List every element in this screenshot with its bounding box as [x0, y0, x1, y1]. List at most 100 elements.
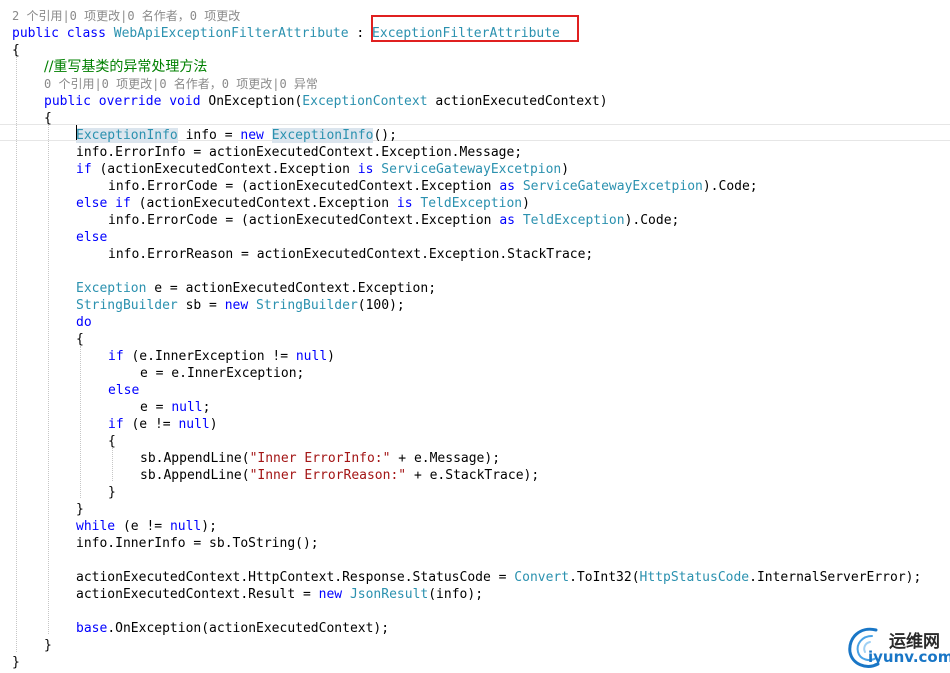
code-token: HttpStatusCode [639, 570, 750, 585]
site-watermark: 运维网 iyunv.com [846, 624, 950, 670]
indent-guide [80, 346, 81, 498]
code-token: public override void [44, 94, 209, 109]
code-token: (actionExecutedContext.Exception [130, 196, 397, 211]
code-token: (); [373, 128, 397, 143]
code-token: else [76, 230, 108, 245]
code-line: } [108, 484, 116, 501]
code-line: } [76, 501, 84, 518]
code-token: info = [177, 128, 241, 143]
code-token: ExceptionInfo [76, 128, 178, 143]
code-line: Exception e = actionExecutedContext.Exce… [76, 280, 436, 297]
code-line: { [76, 331, 84, 348]
code-token: else if [76, 196, 131, 211]
code-line: sb.AppendLine("Inner ErrorReason:" + e.S… [140, 467, 539, 484]
code-token: null [169, 519, 202, 534]
codelens-info[interactable]: 2 个引用|0 项更改|0 名作者，0 项更改 [12, 8, 240, 25]
code-token: 0 个引用|0 项更改|0 名作者，0 项更改|0 异常 [44, 77, 318, 91]
code-editor[interactable]: 2 个引用|0 项更改|0 名作者，0 项更改 public class WebA… [0, 0, 950, 673]
code-token: actionExecutedContext) [427, 94, 608, 109]
watermark-url-text: iyunv.com [868, 648, 950, 666]
code-token: if [108, 349, 124, 364]
code-token: e = actionExecutedContext.Exception; [146, 281, 437, 296]
code-token: new [224, 298, 257, 313]
code-token: info.ErrorReason = actionExecutedContext… [108, 247, 594, 262]
code-token: do [76, 315, 92, 330]
code-token: + e.Message); [390, 451, 501, 466]
code-token: public class [12, 26, 114, 41]
code-token: } [44, 638, 52, 653]
code-token: (actionExecutedContext.Exception [91, 162, 358, 177]
code-token: (e != [123, 417, 179, 432]
code-line: { [12, 42, 20, 59]
code-line: while (e != null); [76, 518, 217, 535]
code-line: actionExecutedContext.HttpContext.Respon… [76, 569, 921, 586]
code-token: .OnException(actionExecutedContext); [107, 621, 390, 636]
code-token: sb = [177, 298, 225, 313]
code-token: //重写基类的异常处理方法 [44, 59, 208, 75]
code-token: : [348, 26, 373, 41]
code-token: .InternalServerError); [749, 570, 922, 585]
code-token: 2 个引用|0 项更改|0 名作者，0 项更改 [12, 9, 241, 23]
code-token: ); [201, 519, 217, 534]
code-line: do [76, 314, 92, 331]
code-token: JsonResult [349, 587, 429, 602]
code-token: ) [327, 349, 335, 364]
code-token: null [178, 417, 210, 432]
code-line: } [44, 637, 52, 654]
code-token: info.ErrorCode = (actionExecutedContext.… [108, 213, 500, 228]
code-token: null [171, 400, 203, 415]
code-token: is [357, 162, 374, 177]
code-token: } [76, 502, 84, 517]
code-token: info.InnerInfo = sb.ToString(); [76, 536, 319, 551]
code-line: sb.AppendLine("Inner ErrorInfo:" + e.Mes… [140, 450, 500, 467]
code-token: { [76, 332, 84, 347]
code-token: ExceptionInfo [271, 128, 374, 143]
code-token: if [76, 162, 92, 177]
code-token: ).Code; [624, 213, 680, 228]
code-line: else [76, 229, 107, 246]
code-line: e = e.InnerException; [140, 365, 304, 382]
code-line: if (e != null) [108, 416, 218, 433]
code-line: info.ErrorCode = (actionExecutedContext.… [108, 178, 758, 195]
code-token: ServiceGatewayExcetpion [381, 162, 562, 177]
code-line: info.ErrorCode = (actionExecutedContext.… [108, 212, 679, 229]
code-line: if (e.InnerException != null) [108, 348, 335, 365]
code-token: info.ErrorCode = (actionExecutedContext.… [108, 179, 500, 194]
code-token: StringBuilder [76, 298, 178, 313]
code-line: } [12, 654, 20, 671]
text-caret [76, 125, 77, 140]
code-token: else [108, 383, 140, 398]
code-line: StringBuilder sb = new StringBuilder(100… [76, 297, 405, 314]
code-line: else [108, 382, 139, 399]
code-token: e = e.InnerException; [140, 366, 305, 381]
code-token: OnException( [208, 94, 303, 109]
code-token: ; [202, 400, 211, 415]
code-token: e = [140, 400, 172, 415]
annotation-highlight-box [371, 15, 579, 42]
code-token: "Inner ErrorReason:" [249, 468, 407, 483]
code-token: actionExecutedContext.Result = [76, 587, 319, 602]
code-line: //重写基类的异常处理方法 [44, 59, 207, 76]
code-token: ) [522, 196, 530, 211]
code-token: as [499, 179, 515, 194]
code-token: ) [561, 162, 570, 177]
indent-guide [112, 448, 113, 481]
code-line: public override void OnException(Excepti… [44, 93, 608, 110]
code-line: e = null; [140, 399, 210, 416]
indent-guide [16, 55, 17, 652]
code-line: ExceptionInfo info = new ExceptionInfo()… [76, 127, 397, 144]
code-token: { [108, 434, 116, 449]
code-token: Convert [514, 570, 570, 585]
codelens-info[interactable]: 0 个引用|0 项更改|0 名作者，0 项更改|0 异常 [44, 76, 318, 93]
code-token: Exception [76, 281, 147, 296]
code-token: while [76, 519, 116, 534]
code-token: { [12, 43, 20, 58]
code-line: info.ErrorReason = actionExecutedContext… [108, 246, 593, 263]
code-token: } [12, 655, 20, 670]
indent-guide [48, 123, 49, 634]
code-token: new [318, 587, 350, 602]
code-token: if [108, 417, 124, 432]
code-token: as [499, 213, 515, 228]
